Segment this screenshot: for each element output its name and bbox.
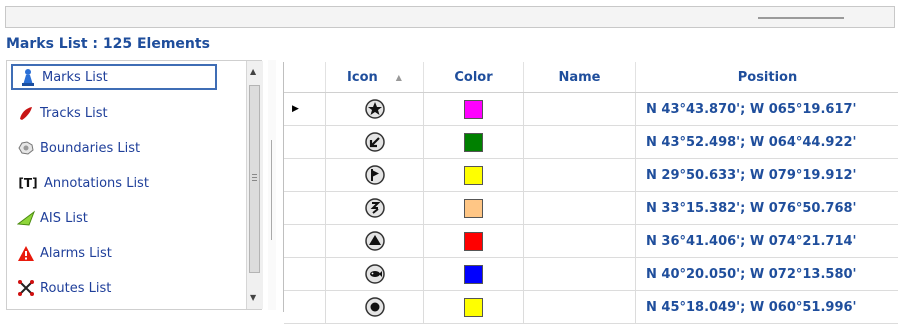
position-cell: N 33°15.382'; W 076°50.768' <box>646 200 857 216</box>
current-row-arrow-icon: ▶ <box>284 93 326 125</box>
sidebar-scrollbar[interactable]: ▲ ▼ <box>246 61 263 309</box>
sidebar-item-label: AIS List <box>40 210 88 226</box>
position-cell: N 43°52.498'; W 064°44.922' <box>646 134 857 150</box>
annotations-icon: [T] <box>18 176 38 190</box>
row-selector <box>284 225 326 257</box>
name-cell <box>524 225 636 257</box>
fish-mark-icon <box>326 258 424 290</box>
name-cell <box>524 291 636 323</box>
color-cell <box>424 258 524 290</box>
column-header-name[interactable]: Name <box>524 62 636 92</box>
row-selector-header <box>284 62 326 92</box>
position-cell: N 43°43.870'; W 065°19.617' <box>646 101 857 117</box>
table-row[interactable]: N 33°15.382'; W 076°50.768' <box>284 192 898 225</box>
flag-mark-icon <box>326 159 424 191</box>
star-mark-icon <box>326 93 424 125</box>
top-toolbar <box>5 6 895 28</box>
position-cell: N 29°50.633'; W 079°19.912' <box>646 167 857 183</box>
dot-mark-icon <box>326 291 424 323</box>
routes-icon <box>17 279 35 297</box>
tracks-icon <box>17 104 35 122</box>
color-cell <box>424 225 524 257</box>
sort-ascending-icon: ▲ <box>395 72 402 82</box>
table-row[interactable]: N 36°41.406'; W 074°21.714' <box>284 225 898 258</box>
marks-table: Icon ▲ Color Name Position ▶ N 43°43.870… <box>283 62 898 324</box>
color-swatch <box>464 165 483 185</box>
table-row[interactable]: N 43°52.498'; W 064°44.922' <box>284 126 898 159</box>
ais-icon <box>17 209 35 227</box>
position-cell: N 40°20.050'; W 072°13.580' <box>646 266 857 282</box>
page-title: Marks List : 125 Elements <box>6 36 210 52</box>
row-selector <box>284 291 326 323</box>
sidebar-item-label: Routes List <box>40 280 112 296</box>
alarms-icon <box>17 244 35 262</box>
scroll-up-icon[interactable]: ▲ <box>250 67 256 76</box>
sidebar-item-alarms[interactable]: Alarms List <box>11 240 217 266</box>
sidebar-item-ais[interactable]: AIS List <box>11 205 217 231</box>
sidebar: Marks List Tracks List Boundaries List [… <box>6 60 263 310</box>
marks-icon <box>19 68 37 86</box>
row-selector <box>284 192 326 224</box>
sidebar-item-routes[interactable]: Routes List <box>11 275 217 301</box>
name-cell <box>524 159 636 191</box>
color-cell <box>424 291 524 323</box>
table-row[interactable]: N 29°50.633'; W 079°19.912' <box>284 159 898 192</box>
color-cell <box>424 192 524 224</box>
sidebar-item-label: Marks List <box>42 69 108 85</box>
scroll-thumb[interactable] <box>249 85 260 273</box>
color-cell <box>424 126 524 158</box>
color-swatch <box>464 264 483 284</box>
scroll-down-icon[interactable]: ▼ <box>250 293 256 302</box>
color-swatch <box>464 99 483 119</box>
boundaries-icon <box>17 139 35 157</box>
color-cell <box>424 159 524 191</box>
triangle-mark-icon <box>326 225 424 257</box>
sidebar-item-label: Annotations List <box>44 175 149 191</box>
color-swatch <box>464 132 483 152</box>
sidebar-item-boundaries[interactable]: Boundaries List <box>11 135 217 161</box>
pane-splitter[interactable] <box>268 60 276 310</box>
color-cell <box>424 93 524 125</box>
table-row[interactable]: ▶ N 43°43.870'; W 065°19.617' <box>284 93 898 126</box>
row-selector <box>284 126 326 158</box>
diagonal-arrow-mark-icon <box>326 126 424 158</box>
sidebar-item-label: Tracks List <box>40 105 108 121</box>
table-row[interactable]: N 40°20.050'; W 072°13.580' <box>284 258 898 291</box>
color-swatch <box>464 198 483 218</box>
sidebar-item-tracks[interactable]: Tracks List <box>11 100 217 126</box>
name-cell <box>524 93 636 125</box>
name-cell <box>524 126 636 158</box>
resize-grip[interactable] <box>758 17 844 19</box>
table-header: Icon ▲ Color Name Position <box>284 62 898 93</box>
sidebar-item-label: Alarms List <box>40 245 112 261</box>
sidebar-item-marks[interactable]: Marks List <box>11 64 217 90</box>
column-header-position[interactable]: Position <box>636 62 898 92</box>
sidebar-item-annotations[interactable]: [T] Annotations List <box>11 170 217 196</box>
column-header-color[interactable]: Color <box>424 62 524 92</box>
table-row[interactable]: N 45°18.049'; W 060°51.996' <box>284 291 898 324</box>
hook-mark-icon <box>326 192 424 224</box>
position-cell: N 45°18.049'; W 060°51.996' <box>646 299 857 315</box>
name-cell <box>524 258 636 290</box>
row-selector <box>284 258 326 290</box>
position-cell: N 36°41.406'; W 074°21.714' <box>646 233 857 249</box>
column-header-icon[interactable]: Icon ▲ <box>326 62 424 92</box>
sidebar-item-label: Boundaries List <box>40 140 141 156</box>
color-swatch <box>464 231 483 251</box>
name-cell <box>524 192 636 224</box>
row-selector <box>284 159 326 191</box>
color-swatch <box>464 297 483 317</box>
